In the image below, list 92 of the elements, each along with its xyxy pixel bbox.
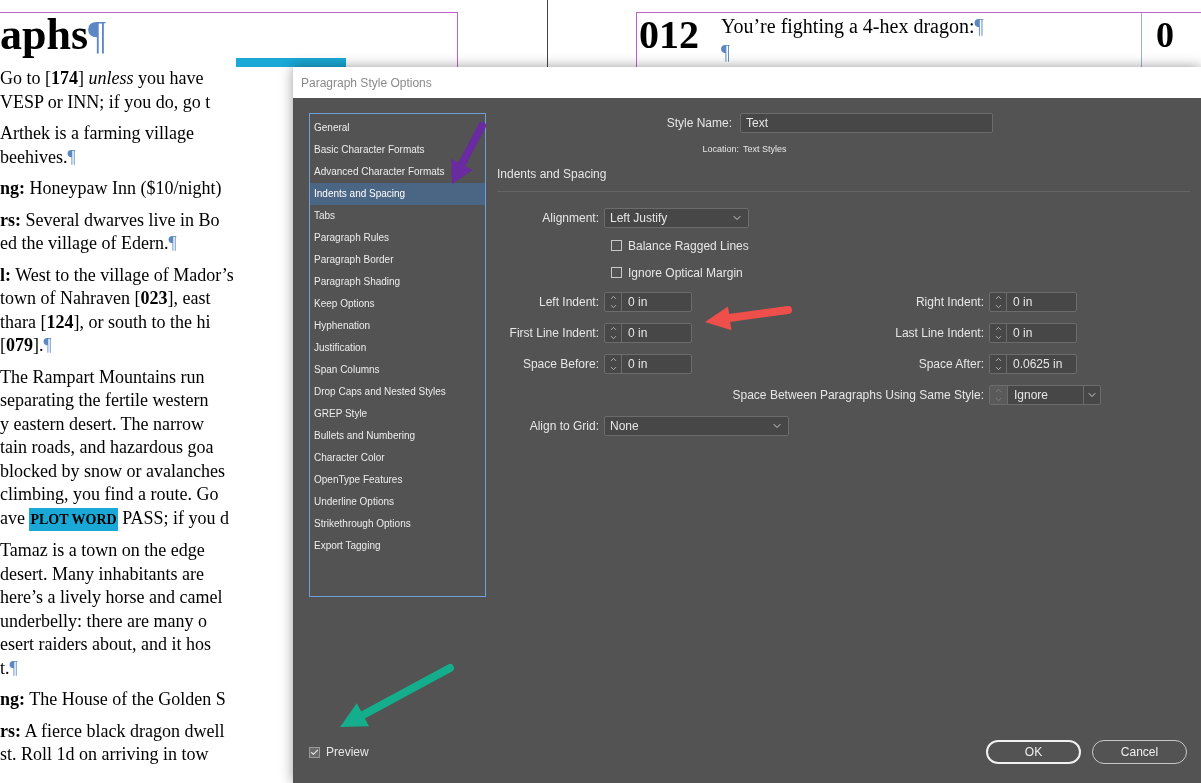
field-label: Style Name: (665, 115, 733, 132)
category-item[interactable]: Character Color (310, 447, 485, 469)
category-item[interactable]: Drop Caps and Nested Styles (310, 381, 485, 403)
category-item[interactable]: Span Columns (310, 359, 485, 381)
body-text: VESP or INN; if you do, go t (0, 90, 211, 114)
page-number: 012 (638, 13, 699, 59)
body-text: rs: Several dwarves live in Bo (0, 208, 220, 232)
category-item[interactable]: Keep Options (310, 293, 485, 315)
dialog-button[interactable]: OK (986, 740, 1081, 764)
category-item[interactable]: Paragraph Shading (310, 271, 485, 293)
body-text: esert raiders about, and it hos (0, 633, 211, 656)
body-text: ng: The House of the Golden S (0, 688, 226, 711)
body-text: Tamaz is a town on the edge (0, 539, 205, 562)
checkbox[interactable] (611, 267, 622, 278)
page-number: 0 (1156, 15, 1174, 55)
location-value: Text Styles (743, 143, 787, 156)
checkbox[interactable] (309, 746, 320, 758)
category-item[interactable]: Hyphenation (310, 315, 485, 337)
body-text: ave (0, 506, 26, 530)
dropdown[interactable]: Left Justify (604, 207, 749, 228)
body-text: Go to [174] unless you have (0, 67, 204, 90)
pilcrow-mark: ¶ (9, 656, 18, 680)
pilcrow-mark: ¶ (88, 13, 107, 57)
field-label: Alignment: (541, 209, 600, 227)
section-title: Indents and Spacing (497, 165, 607, 183)
body-text: town of Nahraven [023], east (0, 287, 211, 310)
body-text: PASS; if you d (121, 506, 230, 530)
style-name-field[interactable]: Text (740, 113, 993, 133)
number-field[interactable]: 0 in (604, 322, 692, 343)
field-label: Align to Grid: (528, 417, 600, 435)
pilcrow-mark: ¶ (43, 334, 52, 357)
category-item[interactable]: Basic Character Formats (310, 139, 485, 161)
category-item[interactable]: Export Tagging (310, 535, 485, 557)
body-text: underbelly: there are many o (0, 609, 207, 633)
body-text: desert. Many inhabitants are (0, 562, 204, 586)
field-label: Space Between Paragraphs Using Same Style: (731, 386, 985, 404)
body-text: rs: A fierce black dragon dwell (0, 719, 225, 743)
dialog-button[interactable]: Cancel (1092, 740, 1187, 764)
pilcrow-mark: ¶ (974, 14, 984, 37)
body-text: l: West to the village of Mador’s (0, 263, 234, 287)
number-field[interactable]: 0 in (604, 291, 692, 312)
body-text: separating the fertile western (0, 389, 209, 412)
body-text: st. Roll 1d on arriving in tow (0, 743, 209, 766)
body-text: Arthek is a farming village (0, 122, 194, 145)
category-item[interactable]: Underline Options (310, 491, 485, 513)
body-text: The Rampart Mountains run (0, 365, 205, 389)
body-text: y eastern desert. The narrow (0, 412, 205, 436)
window-title: Paragraph Style Options (301, 74, 432, 92)
field-label: Space Before: (521, 355, 600, 373)
number-field[interactable]: 0 in (989, 291, 1077, 312)
page-heading: aphs (0, 13, 89, 57)
number-dropdown[interactable]: Ignore (989, 384, 1101, 405)
category-item[interactable]: Paragraph Rules (310, 227, 485, 249)
category-item[interactable]: Justification (310, 337, 485, 359)
body-text: ng: Honeypaw Inn ($10/night) (0, 177, 222, 200)
field-label: Location: (701, 143, 740, 156)
body-text: beehives. (0, 145, 68, 169)
field-label: Space After: (917, 355, 985, 373)
dropdown[interactable]: None (604, 415, 789, 436)
body-text: You’re fighting a 4-hex dragon: (721, 14, 975, 39)
field-label: Right Indent: (914, 293, 985, 311)
checkbox-label: Balance Ragged Lines (628, 237, 749, 255)
category-item[interactable]: Strikethrough Options (310, 513, 485, 535)
pilcrow-mark: ¶ (168, 232, 177, 255)
checkbox[interactable] (611, 240, 622, 251)
category-item[interactable]: Bullets and Numbering (310, 425, 485, 447)
pilcrow-mark: ¶ (67, 145, 76, 169)
pilcrow-mark: ¶ (721, 40, 731, 65)
body-text: ed the village of Edern. (0, 232, 169, 255)
body-text: tain roads, and hazardous goa (0, 436, 214, 459)
field-label: First Line Indent: (508, 324, 600, 342)
category-item[interactable]: Advanced Character Formats (310, 161, 485, 183)
field-label: Left Indent: (537, 293, 600, 311)
body-text: climbing, you find a route. Go (0, 483, 219, 506)
body-text: [079]. (0, 334, 44, 357)
number-field[interactable]: 0 in (604, 353, 692, 374)
category-item[interactable]: Indents and Spacing (310, 183, 485, 205)
field-label: Last Line Indent: (894, 324, 985, 342)
body-text: blocked by snow or avalanches (0, 459, 225, 483)
checkbox-label: Preview (326, 744, 369, 761)
category-item[interactable]: OpenType Features (310, 469, 485, 491)
category-item[interactable]: GREP Style (310, 403, 485, 425)
number-field[interactable]: 0.0625 in (989, 353, 1077, 374)
body-text: thara [124], or south to the hi (0, 310, 211, 334)
category-item[interactable]: Tabs (310, 205, 485, 227)
body-text: t. (0, 656, 10, 680)
category-item[interactable]: General (310, 117, 485, 139)
checkbox-label: Ignore Optical Margin (628, 264, 743, 282)
number-field[interactable]: 0 in (989, 322, 1077, 343)
plot-word-highlight: PLOT WORD (29, 507, 118, 531)
category-item[interactable]: Paragraph Border (310, 249, 485, 271)
body-text: here’s a lively horse and camel (0, 586, 223, 609)
